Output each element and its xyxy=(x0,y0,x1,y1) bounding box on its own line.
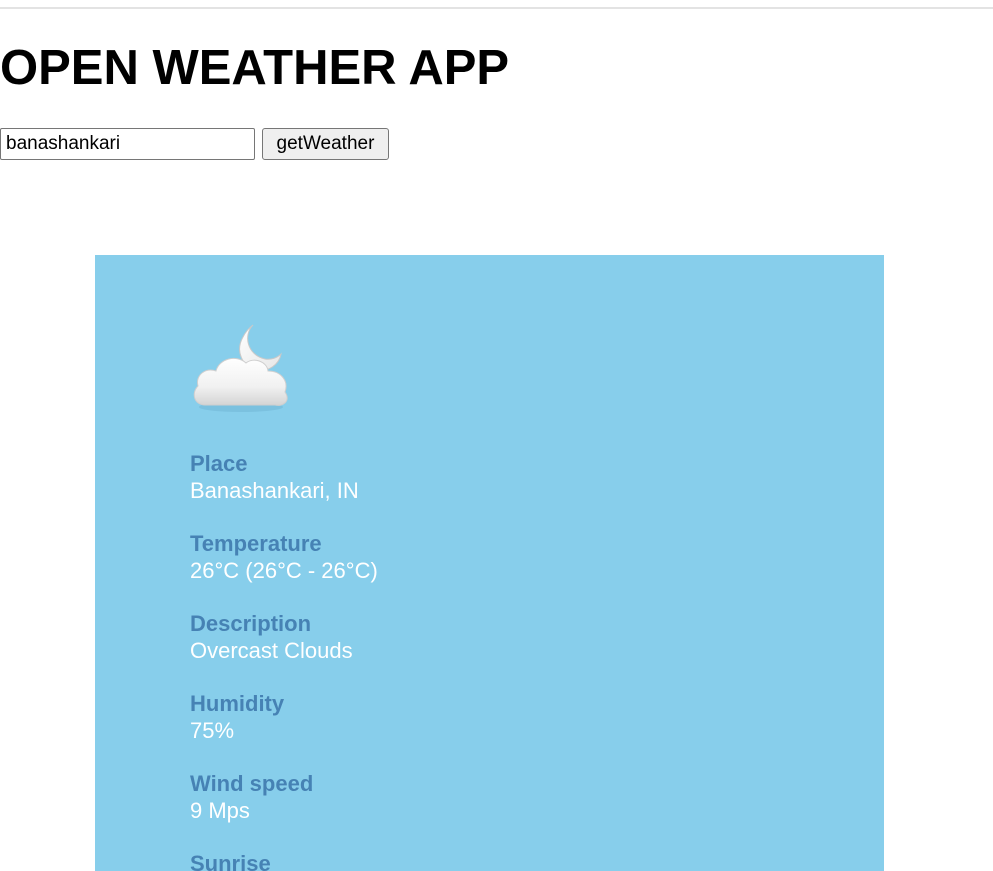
description-field: Description Overcast Clouds xyxy=(190,611,353,665)
wind-speed-field: Wind speed 9 Mps xyxy=(190,771,313,825)
place-value: Banashankari, IN xyxy=(190,478,359,503)
app-title: OPEN WEATHER APP xyxy=(0,41,510,95)
get-weather-button[interactable]: getWeather xyxy=(262,128,389,160)
description-value: Overcast Clouds xyxy=(190,638,353,663)
humidity-label: Humidity xyxy=(190,691,285,716)
top-divider xyxy=(0,7,993,9)
weather-card: Place Banashankari, IN Temperature 26°C … xyxy=(95,255,884,871)
sunrise-label: Sunrise xyxy=(190,851,271,871)
sunrise-field: Sunrise xyxy=(190,851,271,871)
temperature-value: 26°C (26°C - 26°C) xyxy=(190,558,378,583)
wind-speed-value: 9 Mps xyxy=(190,798,250,823)
humidity-value: 75% xyxy=(190,718,235,743)
cloud-moon-icon xyxy=(191,321,295,413)
description-label: Description xyxy=(190,611,312,636)
place-label: Place xyxy=(190,451,248,476)
temperature-label: Temperature xyxy=(190,531,322,556)
wind-speed-label: Wind speed xyxy=(190,771,314,796)
temperature-field: Temperature 26°C (26°C - 26°C) xyxy=(190,531,378,585)
place-field: Place Banashankari, IN xyxy=(190,451,359,505)
city-search-input[interactable] xyxy=(0,128,255,160)
humidity-field: Humidity 75% xyxy=(190,691,284,745)
